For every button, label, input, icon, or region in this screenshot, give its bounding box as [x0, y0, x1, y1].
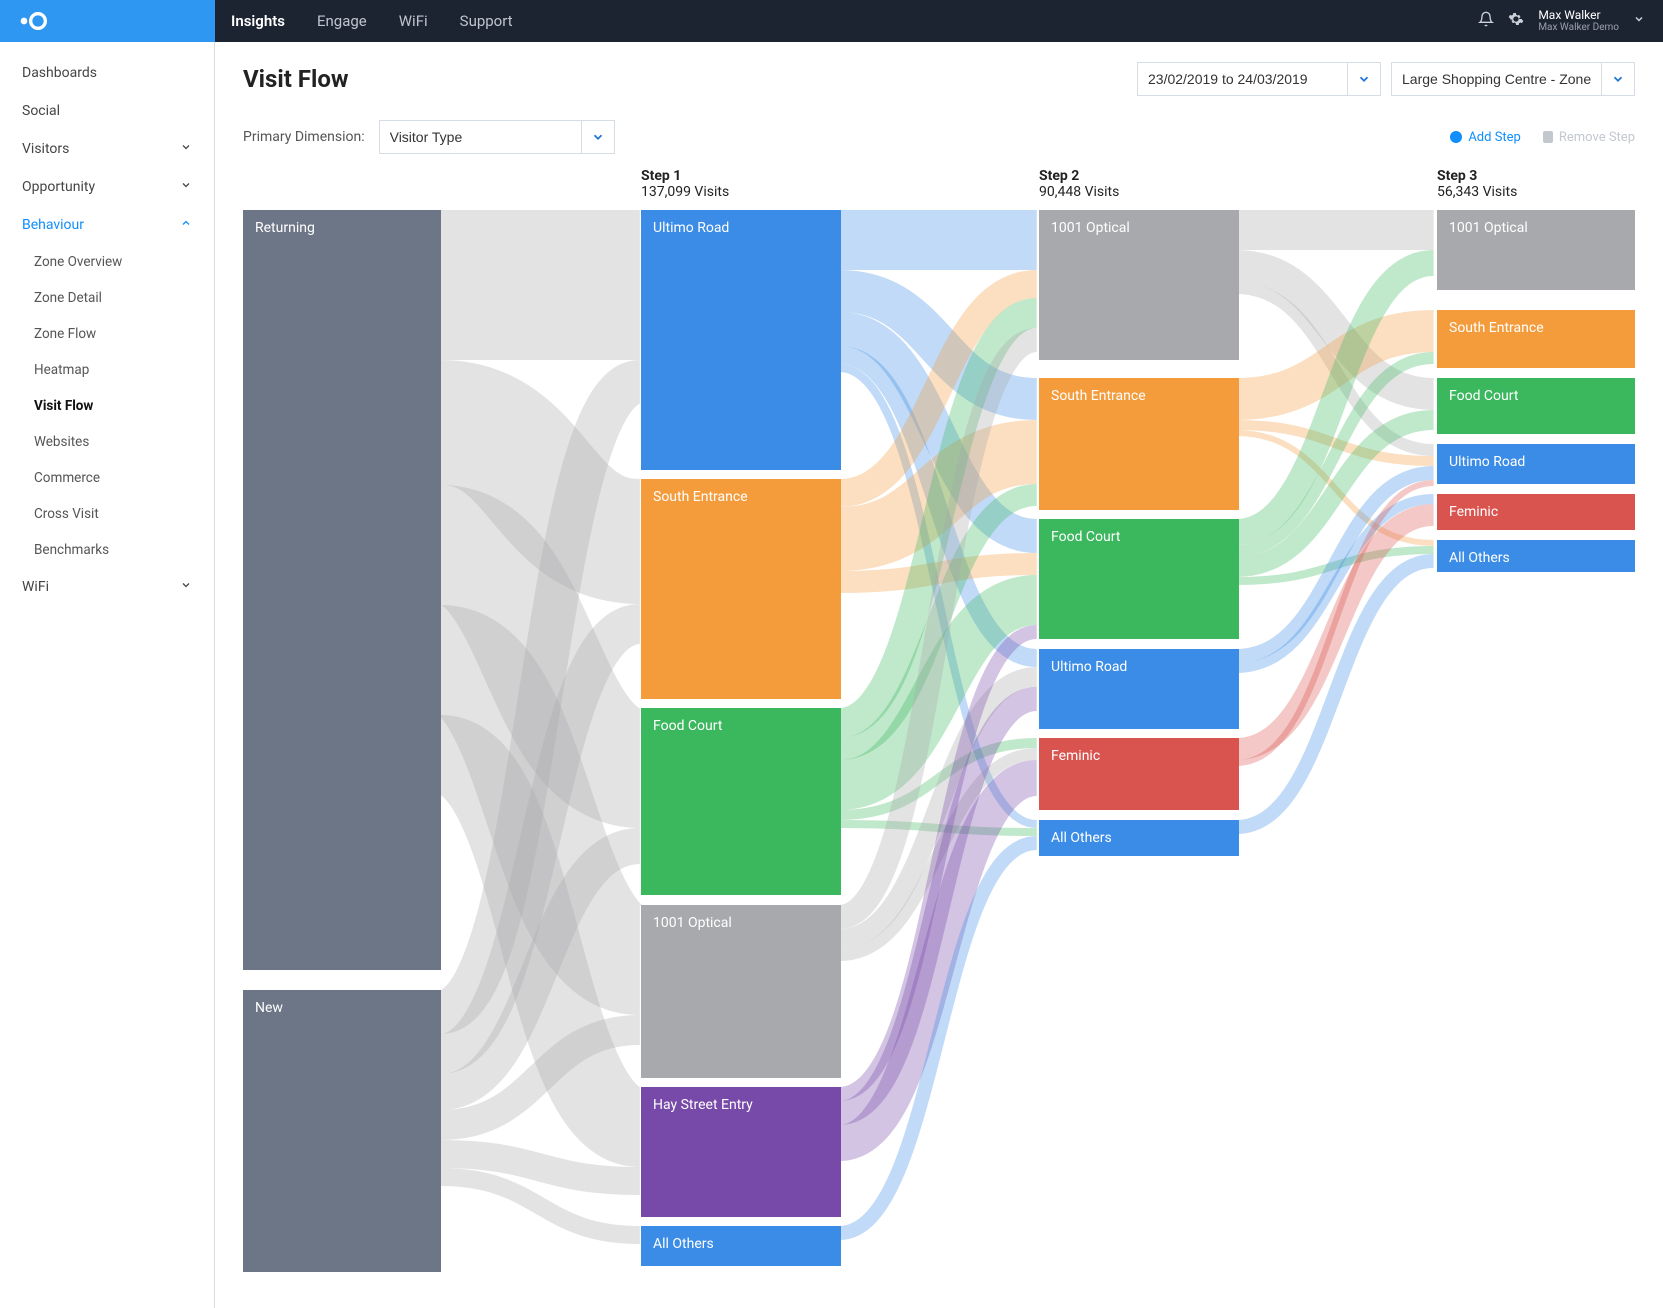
sidebar-item-social[interactable]: Social	[0, 92, 214, 130]
visit-flow-chart: Step 1137,099 VisitsStep 290,448 VisitsS…	[243, 168, 1635, 1280]
sidebar-sub-zone-overview[interactable]: Zone Overview	[0, 244, 214, 280]
sidebar-item-label: Behaviour	[22, 217, 84, 233]
step-name: Step 3	[1437, 168, 1517, 184]
logo-icon	[18, 9, 50, 33]
sankey-node-s1all[interactable]: All Others	[641, 1226, 841, 1266]
sankey-node-s3feminic[interactable]: Feminic	[1437, 494, 1635, 530]
sidebar-item-label: Opportunity	[22, 179, 95, 195]
location-picker[interactable]	[1391, 62, 1635, 96]
nav-engage[interactable]: Engage	[301, 0, 383, 42]
sankey-node-s3all[interactable]: All Others	[1437, 540, 1635, 572]
step-header: Step 290,448 Visits	[1039, 168, 1119, 200]
add-step-label: Add Step	[1468, 130, 1521, 145]
sidebar-sub-zone-detail[interactable]: Zone Detail	[0, 280, 214, 316]
sidebar: Dashboards Social Visitors Opportunity Behav…	[0, 42, 215, 1308]
sankey-node-s2optical[interactable]: 1001 Optical	[1039, 210, 1239, 360]
step-visits: 137,099 Visits	[641, 184, 729, 200]
sankey-node-s1ultimo[interactable]: Ultimo Road	[641, 210, 841, 470]
sidebar-item-opportunity[interactable]: Opportunity	[0, 168, 214, 206]
chevron-down-icon[interactable]	[1601, 62, 1635, 96]
chevron-down-icon	[180, 579, 192, 595]
sankey-node-s3optical[interactable]: 1001 Optical	[1437, 210, 1635, 290]
logo[interactable]	[0, 0, 215, 42]
sankey-node-s3ultimo[interactable]: Ultimo Road	[1437, 444, 1635, 484]
bell-icon[interactable]	[1478, 11, 1494, 31]
chevron-down-icon[interactable]	[581, 120, 615, 154]
topbar-right: Max Walker Max Walker Demo	[1478, 0, 1663, 42]
sankey-node-s2food[interactable]: Food Court	[1039, 519, 1239, 639]
sankey-node-s3south[interactable]: South Entrance	[1437, 310, 1635, 368]
step-name: Step 2	[1039, 168, 1119, 184]
remove-step-label: Remove Step	[1559, 130, 1635, 145]
date-range-input[interactable]	[1137, 62, 1347, 96]
chevron-down-icon	[180, 141, 192, 157]
sankey-node-s2all[interactable]: All Others	[1039, 820, 1239, 856]
top-nav: InsightsEngageWiFiSupport	[215, 0, 529, 42]
sankey-node-s1hay[interactable]: Hay Street Entry	[641, 1087, 841, 1217]
plus-icon	[1450, 131, 1462, 143]
chevron-down-icon[interactable]	[1347, 62, 1381, 96]
sidebar-item-label: Dashboards	[22, 65, 97, 81]
chevron-up-icon	[180, 217, 192, 233]
sankey-node-s2ultimo[interactable]: Ultimo Road	[1039, 649, 1239, 729]
step-header: Step 1137,099 Visits	[641, 168, 729, 200]
gear-icon[interactable]	[1508, 11, 1524, 31]
user-menu[interactable]: Max Walker Max Walker Demo	[1538, 9, 1619, 33]
account-name: Max Walker Demo	[1538, 22, 1619, 33]
sidebar-sub-benchmarks[interactable]: Benchmarks	[0, 532, 214, 568]
controls-bar: Primary Dimension: Add Step Remove Step	[243, 120, 1635, 154]
step-visits: 56,343 Visits	[1437, 184, 1517, 200]
sidebar-item-label: Visitors	[22, 141, 69, 157]
trash-icon	[1543, 131, 1553, 143]
nav-wifi[interactable]: WiFi	[383, 0, 444, 42]
sankey-node-s1south[interactable]: South Entrance	[641, 479, 841, 699]
location-input[interactable]	[1391, 62, 1601, 96]
remove-step-button: Remove Step	[1543, 130, 1635, 145]
sidebar-sub-heatmap[interactable]: Heatmap	[0, 352, 214, 388]
date-range-picker[interactable]	[1137, 62, 1381, 96]
sidebar-item-dashboards[interactable]: Dashboards	[0, 54, 214, 92]
sankey-flow[interactable]	[1236, 561, 1433, 827]
sidebar-item-visitors[interactable]: Visitors	[0, 130, 214, 168]
sankey-node-n[interactable]: New	[243, 990, 441, 1272]
nav-insights[interactable]: Insights	[215, 0, 301, 42]
sankey-node-s1food[interactable]: Food Court	[641, 708, 841, 895]
main-content: Visit Flow Primary Dimension:	[215, 42, 1663, 1308]
sidebar-item-label: Social	[22, 103, 60, 119]
primary-dimension-label: Primary Dimension:	[243, 129, 365, 145]
step-header: Step 356,343 Visits	[1437, 168, 1517, 200]
sankey-node-s1optical[interactable]: 1001 Optical	[641, 905, 841, 1078]
chevron-down-icon[interactable]	[1633, 13, 1645, 29]
chevron-down-icon	[180, 179, 192, 195]
sankey-node-s3food[interactable]: Food Court	[1437, 378, 1635, 434]
sidebar-sub-websites[interactable]: Websites	[0, 424, 214, 460]
primary-dimension-picker[interactable]	[379, 120, 615, 154]
sidebar-sub-cross-visit[interactable]: Cross Visit	[0, 496, 214, 532]
sidebar-sub-visit-flow[interactable]: Visit Flow	[0, 388, 214, 424]
sidebar-item-label: WiFi	[22, 579, 49, 595]
primary-dimension-input[interactable]	[379, 120, 581, 154]
nav-support[interactable]: Support	[444, 0, 529, 42]
sidebar-sub-zone-flow[interactable]: Zone Flow	[0, 316, 214, 352]
page-title: Visit Flow	[243, 65, 349, 93]
sankey-node-s2south[interactable]: South Entrance	[1039, 378, 1239, 510]
add-step-button[interactable]: Add Step	[1450, 130, 1521, 145]
sidebar-item-behaviour[interactable]: Behaviour	[0, 206, 214, 244]
sidebar-item-wifi[interactable]: WiFi	[0, 568, 214, 606]
topbar: InsightsEngageWiFiSupport Max Walker Max…	[0, 0, 1663, 42]
sankey-node-s2feminic[interactable]: Feminic	[1039, 738, 1239, 810]
sidebar-sub-commerce[interactable]: Commerce	[0, 460, 214, 496]
step-visits: 90,448 Visits	[1039, 184, 1119, 200]
sankey-node-r[interactable]: Returning	[243, 210, 441, 970]
title-bar: Visit Flow	[243, 62, 1635, 96]
step-name: Step 1	[641, 168, 729, 184]
user-name: Max Walker	[1538, 9, 1619, 22]
